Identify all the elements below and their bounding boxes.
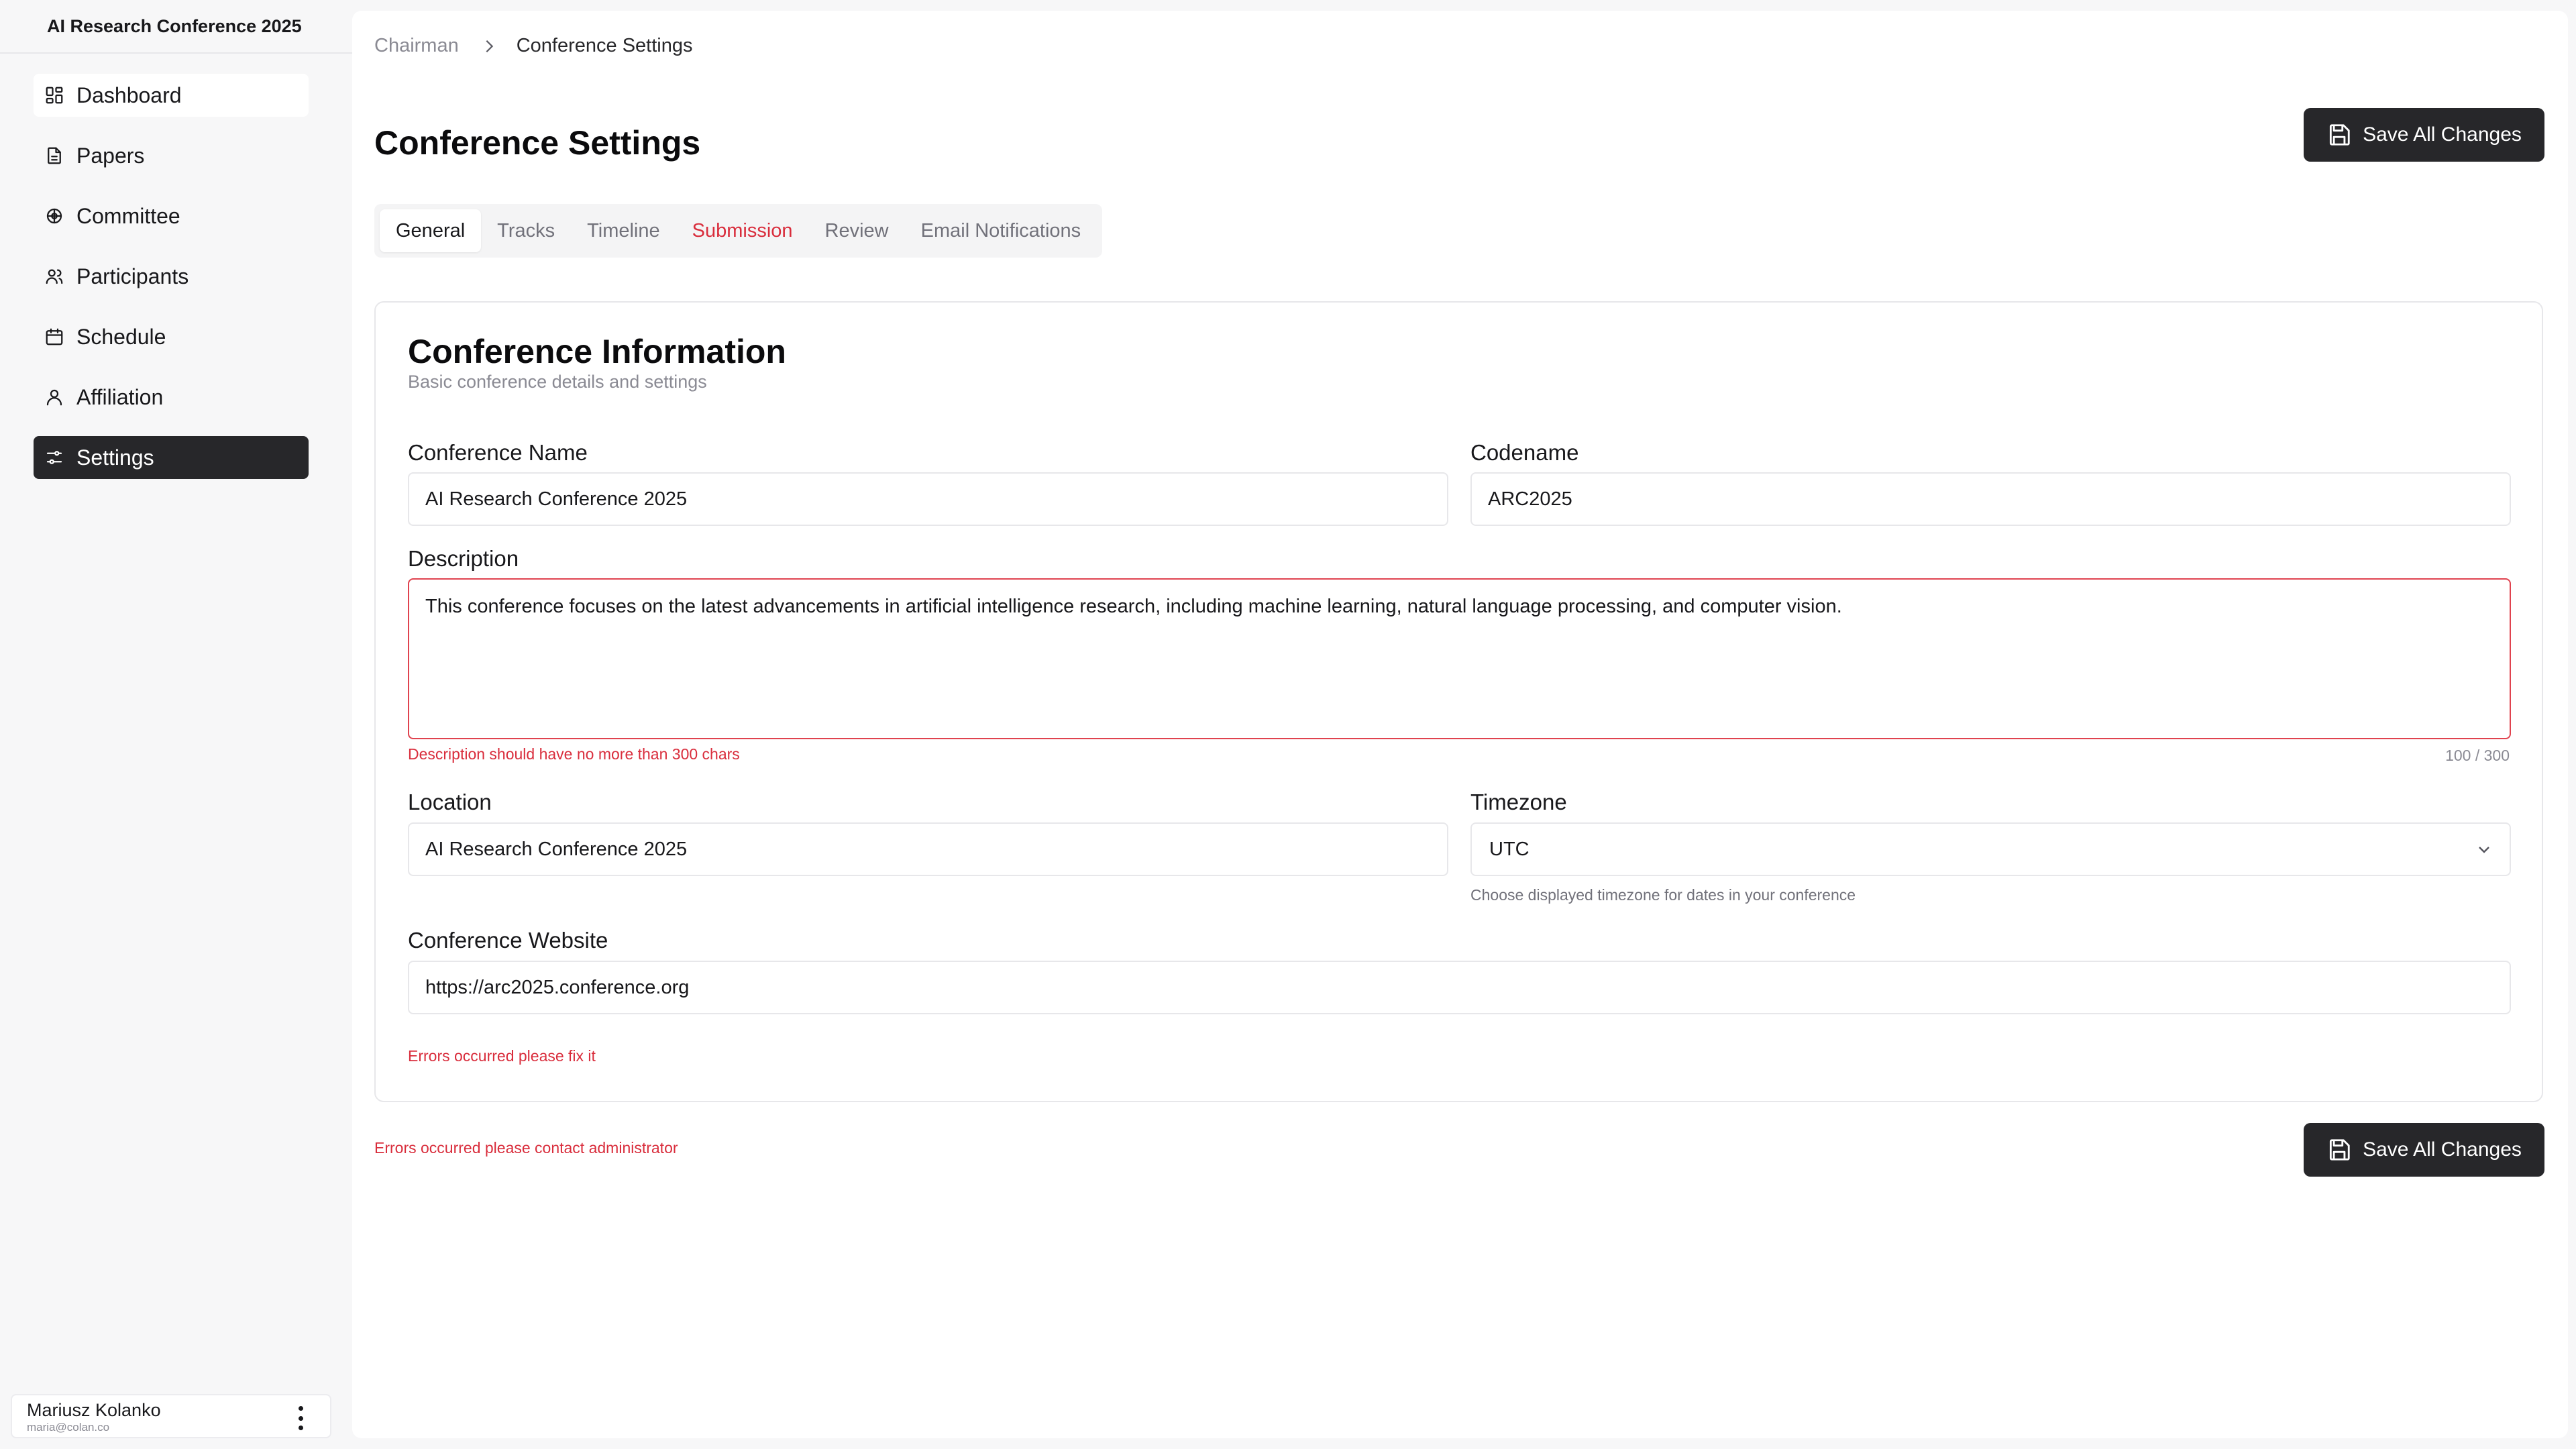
timezone-select[interactable]: UTC xyxy=(1470,822,2511,876)
timezone-label: Timezone xyxy=(1470,790,1567,814)
tab-timeline[interactable]: Timeline xyxy=(571,209,676,252)
app-title: AI Research Conference 2025 xyxy=(47,16,302,36)
timezone-helper: Choose displayed timezone for dates in y… xyxy=(1470,886,1856,904)
sidebar-divider xyxy=(0,52,352,54)
card-title: Conference Information xyxy=(408,333,786,370)
sidebar-item-label: Committee xyxy=(76,203,180,228)
sidebar-item-affiliation[interactable]: Affiliation xyxy=(34,376,309,419)
tab-submission[interactable]: Submission xyxy=(676,209,809,252)
main-panel: Chairman Conference Settings Conference … xyxy=(352,11,2568,1438)
user-icon xyxy=(44,387,64,407)
location-label: Location xyxy=(408,790,492,814)
codename-label: Codename xyxy=(1470,440,1579,465)
conference-name-label: Conference Name xyxy=(408,440,588,465)
description-label: Description xyxy=(408,546,519,571)
sidebar-item-papers[interactable]: Papers xyxy=(34,134,309,177)
sidebar: AI Research Conference 2025 Dashboard Pa… xyxy=(0,0,352,1449)
form-error: Errors occurred please fix it xyxy=(408,1047,596,1065)
save-icon xyxy=(2326,1137,2352,1163)
sidebar-item-committee[interactable]: Committee xyxy=(34,195,309,237)
save-icon xyxy=(2326,122,2352,148)
breadcrumb: Chairman Conference Settings xyxy=(374,35,693,57)
sidebar-nav: Dashboard Papers Committee Participants … xyxy=(34,74,309,496)
page-error: Errors occurred please contact administr… xyxy=(374,1139,678,1157)
description-char-counter: 100 / 300 xyxy=(2445,747,2510,764)
sidebar-item-label: Papers xyxy=(76,143,145,168)
conference-name-input[interactable] xyxy=(408,472,1448,526)
website-input[interactable] xyxy=(408,961,2511,1014)
chevron-right-icon xyxy=(482,39,496,54)
codename-input[interactable] xyxy=(1470,472,2511,526)
committee-icon xyxy=(44,206,64,226)
settings-tabs: General Tracks Timeline Submission Revie… xyxy=(374,204,1103,258)
description-textarea[interactable]: This conference focuses on the latest ad… xyxy=(408,578,2511,739)
sidebar-item-label: Schedule xyxy=(76,324,166,349)
location-input[interactable] xyxy=(408,822,1448,876)
tab-review[interactable]: Review xyxy=(809,209,905,252)
calendar-icon xyxy=(44,327,64,347)
sidebar-item-label: Affiliation xyxy=(76,384,164,409)
users-icon xyxy=(44,266,64,286)
chevron-down-icon xyxy=(2476,841,2492,857)
card-subtitle: Basic conference details and settings xyxy=(408,372,707,392)
user-name: Mariusz Kolanko xyxy=(27,1400,161,1420)
tab-general[interactable]: General xyxy=(380,209,482,252)
sidebar-item-label: Settings xyxy=(76,445,154,470)
sidebar-item-dashboard[interactable]: Dashboard xyxy=(34,74,309,117)
settings-sliders-icon xyxy=(44,447,64,468)
save-button-label: Save All Changes xyxy=(2363,1138,2522,1161)
tab-tracks[interactable]: Tracks xyxy=(481,209,571,252)
user-email: maria@colan.co xyxy=(27,1421,110,1434)
more-vertical-icon[interactable] xyxy=(294,1405,307,1432)
conference-information-card: Conference Information Basic conference … xyxy=(374,301,2543,1102)
save-all-changes-button-bottom[interactable]: Save All Changes xyxy=(2304,1123,2544,1177)
breadcrumb-chairman[interactable]: Chairman xyxy=(374,35,459,57)
document-icon xyxy=(44,146,64,166)
sidebar-item-participants[interactable]: Participants xyxy=(34,255,309,298)
page-title: Conference Settings xyxy=(374,124,701,162)
save-all-changes-button[interactable]: Save All Changes xyxy=(2304,108,2544,162)
sidebar-item-settings[interactable]: Settings xyxy=(34,436,309,479)
description-error: Description should have no more than 300… xyxy=(408,745,740,763)
sidebar-item-label: Dashboard xyxy=(76,83,182,107)
tab-email-notifications[interactable]: Email Notifications xyxy=(905,209,1097,252)
breadcrumb-current: Conference Settings xyxy=(516,35,693,56)
dashboard-icon xyxy=(44,85,64,105)
save-button-label: Save All Changes xyxy=(2363,123,2522,146)
user-card[interactable]: Mariusz Kolanko maria@colan.co xyxy=(11,1394,331,1438)
website-label: Conference Website xyxy=(408,928,608,953)
sidebar-item-schedule[interactable]: Schedule xyxy=(34,315,309,358)
timezone-value: UTC xyxy=(1489,838,1529,860)
sidebar-item-label: Participants xyxy=(76,264,189,288)
